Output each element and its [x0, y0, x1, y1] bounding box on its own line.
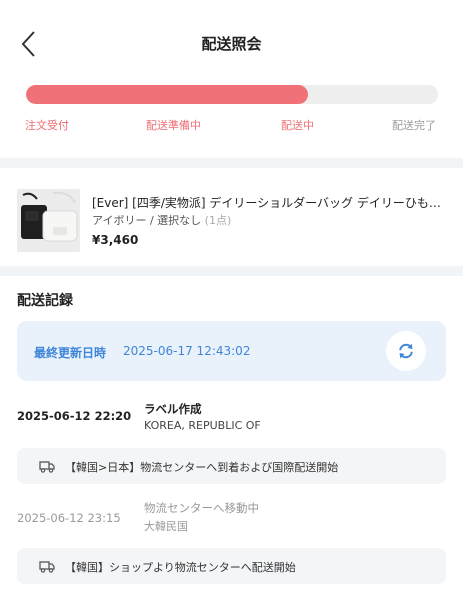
section-title: 配送記録: [17, 293, 73, 309]
shipping-progress-bar: [26, 85, 438, 104]
record-event: 【韓国】ショップより物流センターへ配送開始: [17, 548, 446, 584]
record-title: 物流センターへ移動中: [144, 501, 259, 515]
step-preparing: 配送準備中: [146, 119, 201, 132]
step-in-transit: 配送中: [281, 119, 314, 132]
record-title: ラベル作成: [144, 402, 202, 416]
record-time: 2025-06-12 22:20: [17, 409, 132, 423]
last-updated-label: 最終更新日時: [34, 346, 107, 360]
event-text: 【韓国>日本】物流センターへ到着および国際配送開始: [65, 461, 339, 474]
record-time: 2025-06-12 23:15: [17, 511, 121, 525]
truck-icon: [39, 461, 55, 473]
record-event: 【韓国>日本】物流センターへ到着および国際配送開始: [17, 448, 446, 484]
product-quantity: (1点): [204, 214, 232, 227]
record-location: 大韓民国: [144, 520, 188, 533]
product-card[interactable]: [Ever] [四季/実物派] デイリーショルダーバッグ デイリーひもバッグ ア…: [0, 172, 463, 264]
product-option-text: アイボリー / 選択なし: [92, 214, 202, 227]
header: 配送照会: [0, 0, 463, 86]
divider: [0, 266, 463, 276]
last-updated-time: 2025-06-17 12:43:02: [123, 344, 251, 358]
product-option: アイボリー / 選択なし (1点): [92, 212, 231, 228]
product-thumbnail: [17, 189, 80, 252]
truck-icon: [39, 561, 55, 573]
product-name: [Ever] [四季/実物派] デイリーショルダーバッグ デイリーひもバッグ: [92, 196, 447, 210]
divider: [0, 158, 463, 168]
progress-fill: [26, 85, 309, 104]
step-order-received: 注文受付: [25, 119, 69, 132]
event-text: 【韓国】ショップより物流センターへ配送開始: [65, 561, 296, 574]
last-updated-box: 最終更新日時 2025-06-17 12:43:02: [17, 321, 446, 381]
record-location: KOREA, REPUBLIC OF: [144, 419, 261, 432]
refresh-icon: [399, 343, 413, 359]
step-delivered: 配送完了: [392, 119, 436, 132]
refresh-button[interactable]: [386, 331, 426, 371]
page-title: 配送照会: [201, 35, 262, 53]
product-price: ¥3,460: [92, 233, 139, 247]
